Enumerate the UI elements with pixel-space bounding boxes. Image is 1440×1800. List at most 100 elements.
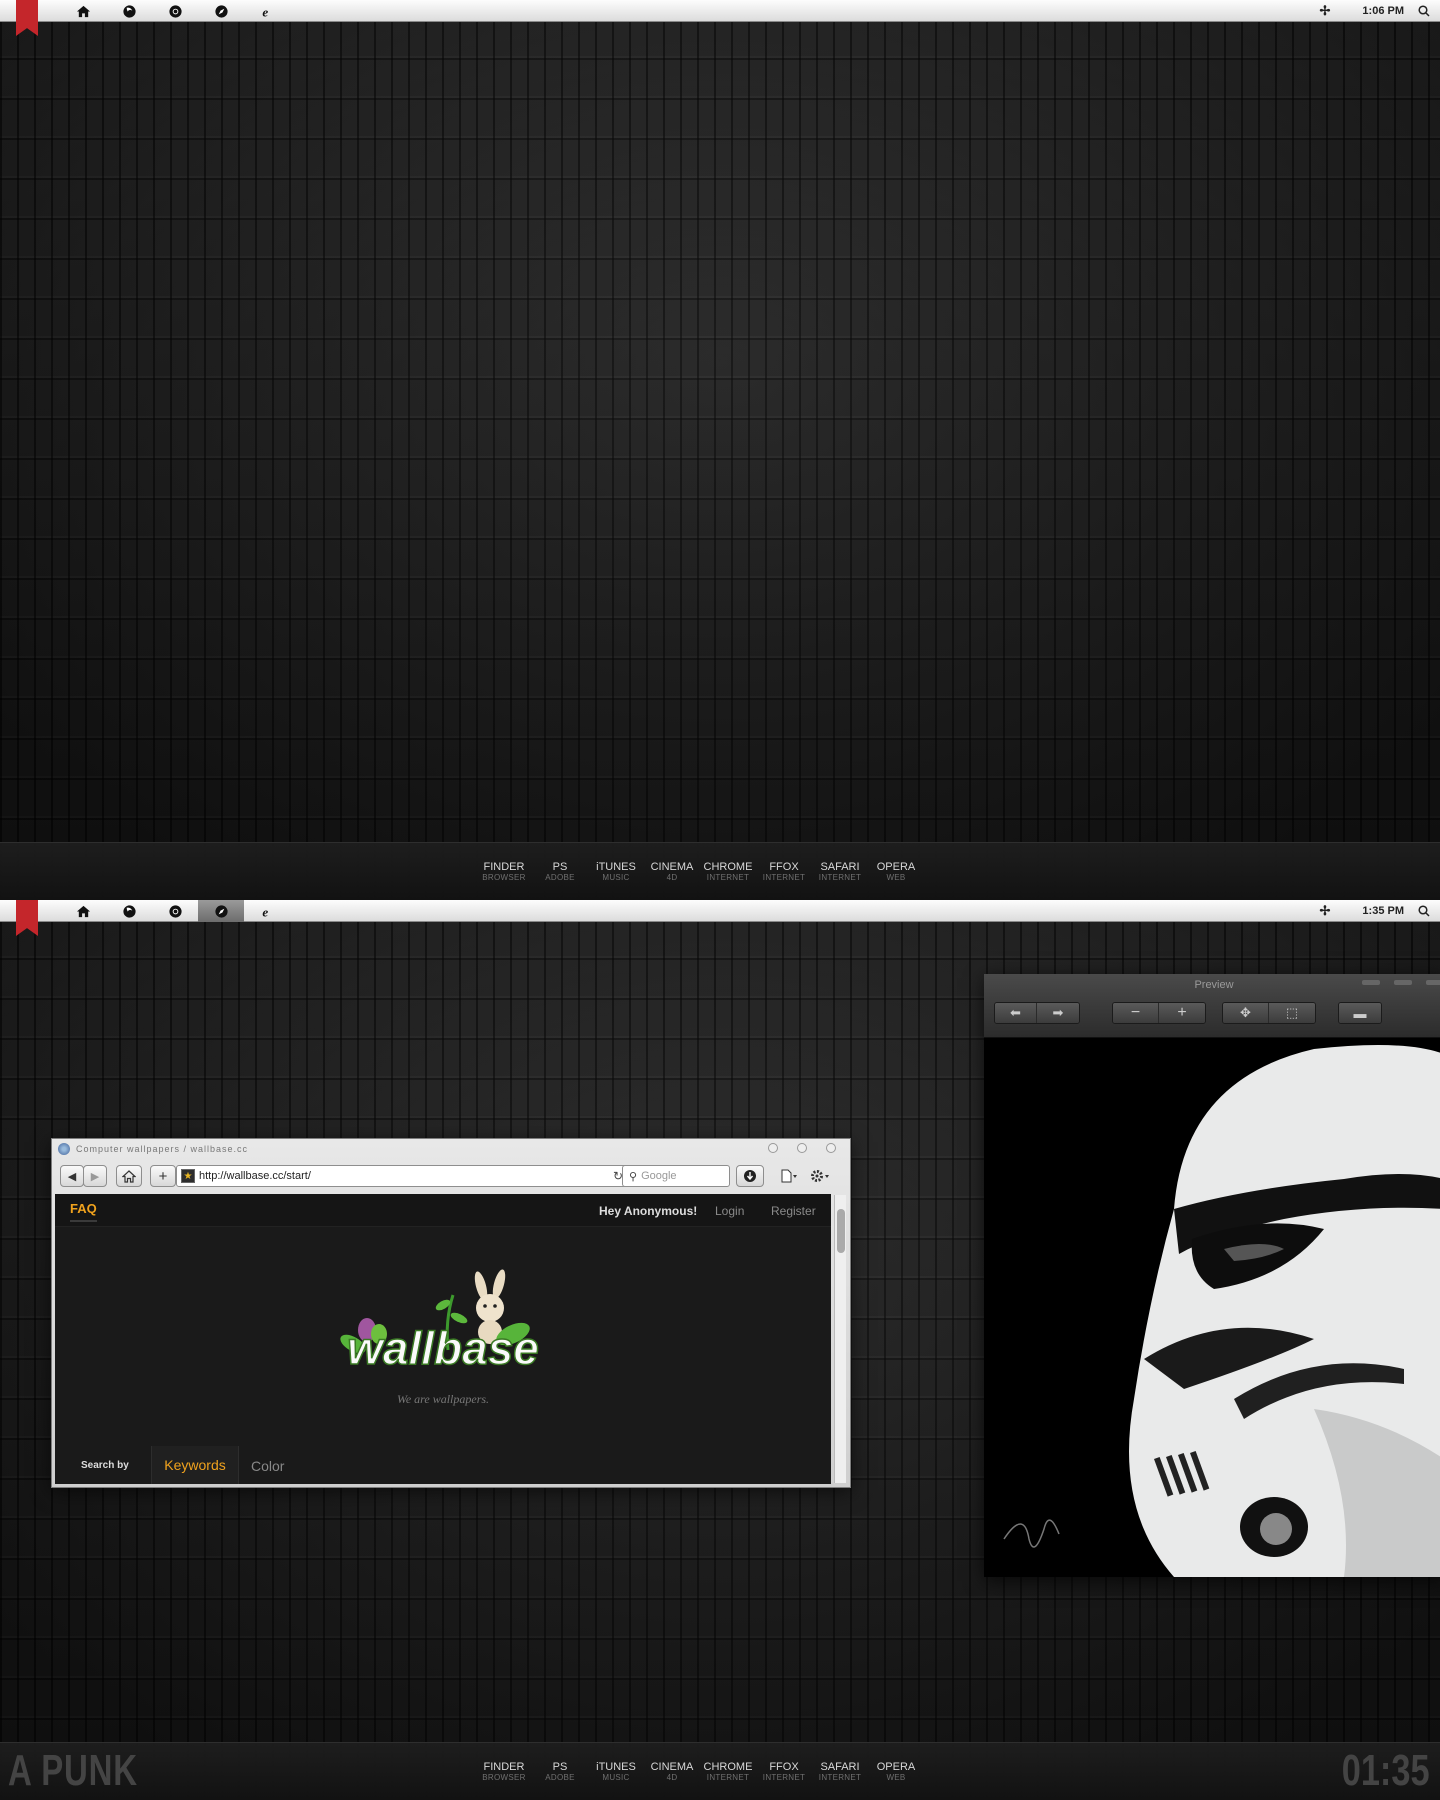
tab-color[interactable]: Color	[251, 1458, 284, 1474]
spotlight-icon[interactable]	[1418, 905, 1430, 917]
dock-item-label: PS	[552, 861, 568, 873]
dock-item-sublabel: INTERNET	[762, 1773, 806, 1782]
dock-items: FINDER BROWSER PS ADOBE iTUNES MUSIC CINEMA 4D C…	[476, 1761, 924, 1783]
dock-item-cinema[interactable]: CINEMA 4D	[644, 861, 700, 883]
dock-item-sublabel: 4D	[666, 1773, 678, 1782]
dock-item-finder[interactable]: FINDER BROWSER	[476, 861, 532, 883]
menu-clock[interactable]: 1:06 PM	[1362, 5, 1404, 17]
firefox-icon[interactable]	[106, 0, 152, 22]
dock-item-finder[interactable]: FINDER BROWSER	[476, 1761, 532, 1783]
zoom-in-button[interactable]: +	[1159, 1003, 1205, 1023]
dock-item-sublabel: 4D	[666, 873, 678, 882]
sidebar-button[interactable]: ▬	[1339, 1003, 1381, 1023]
dock-item-chrome[interactable]: CHROME INTERNET	[700, 1761, 756, 1783]
zoom-button-group: − +	[1112, 1002, 1206, 1024]
dock-item-ffox[interactable]: FFOX INTERNET	[756, 861, 812, 883]
dock-item-sublabel: WEB	[886, 1773, 906, 1782]
chrome-icon[interactable]	[152, 0, 198, 22]
move-tool-button[interactable]: ✥	[1223, 1003, 1269, 1023]
maximize-button[interactable]	[797, 1143, 807, 1153]
move-icon: ✥	[1240, 1005, 1251, 1020]
logo-wordmark: wallbase	[347, 1322, 539, 1374]
arrow-right-icon: ➡	[1052, 1005, 1064, 1020]
dock-item-chrome[interactable]: CHROME INTERNET	[700, 861, 756, 883]
new-tab-button[interactable]: +	[150, 1165, 176, 1187]
back-button[interactable]: ◀	[60, 1165, 84, 1187]
ie-icon[interactable]: e	[244, 900, 290, 922]
globe-icon	[58, 1143, 70, 1155]
dock-item-ps[interactable]: PS ADOBE	[532, 1761, 588, 1783]
minimize-button[interactable]	[1362, 980, 1380, 985]
vertical-scrollbar[interactable]	[834, 1195, 846, 1483]
minimize-button[interactable]	[768, 1143, 778, 1153]
forward-button[interactable]: ▶	[83, 1165, 107, 1187]
dock-item-opera[interactable]: OPERA WEB	[868, 861, 924, 883]
chrome-icon[interactable]	[152, 900, 198, 922]
dock-item-safari[interactable]: SAFARI INTERNET	[812, 1761, 868, 1783]
browser-toolbar: ◀ ▶ + ★ http://wallbase.cc/start/ ↻ ⚲ Go…	[52, 1159, 850, 1193]
dock-item-ffox[interactable]: FFOX INTERNET	[756, 1761, 812, 1783]
dock: A PUNK FINDER BROWSER PS ADOBE iTUNES MUSIC CI…	[0, 1742, 1440, 1800]
dock-item-sublabel: MUSIC	[602, 873, 630, 882]
maximize-button[interactable]	[1394, 980, 1412, 985]
login-link[interactable]: Login	[715, 1204, 744, 1218]
dock-item-sublabel: INTERNET	[706, 1773, 750, 1782]
dock-item-label: FINDER	[483, 861, 525, 873]
select-tool-button[interactable]: ⬚	[1269, 1003, 1315, 1023]
dock-item-label: PS	[552, 1761, 568, 1773]
dock-item-itunes[interactable]: iTUNES MUSIC	[588, 861, 644, 883]
dock-item-label: FINDER	[483, 1761, 525, 1773]
bookmark-ribbon	[16, 0, 38, 36]
desktop-screen-1: e ✢ 1:06 PM FINDER BROWSER PS ADOBE iTUNES MU…	[0, 0, 1440, 900]
page-menu-button[interactable]	[776, 1165, 802, 1187]
previous-button[interactable]: ⬅	[995, 1003, 1037, 1023]
settings-menu-button[interactable]	[806, 1165, 834, 1187]
dock-item-cinema[interactable]: CINEMA 4D	[644, 1761, 700, 1783]
menu-bar-launchers: e	[60, 900, 290, 922]
status-star-icon[interactable]: ✢	[1320, 3, 1331, 19]
plus-icon: +	[1177, 1004, 1187, 1021]
site-logo[interactable]: wallbase	[55, 1260, 831, 1385]
menu-clock[interactable]: 1:35 PM	[1362, 905, 1404, 917]
download-icon	[744, 1170, 756, 1182]
menu-bar: e ✢ 1:35 PM	[0, 900, 1440, 922]
dock-clock: 01:35	[1342, 1746, 1430, 1795]
dock-item-ps[interactable]: PS ADOBE	[532, 861, 588, 883]
url-bar[interactable]: ★ http://wallbase.cc/start/ ↻	[176, 1165, 630, 1187]
sidebar-button-group: ▬	[1338, 1002, 1382, 1024]
dock-item-opera[interactable]: OPERA WEB	[868, 1761, 924, 1783]
spotlight-icon[interactable]	[1418, 5, 1430, 17]
home-icon[interactable]	[60, 0, 106, 22]
home-button[interactable]	[116, 1165, 142, 1187]
firefox-icon[interactable]	[106, 900, 152, 922]
dock-item-itunes[interactable]: iTUNES MUSIC	[588, 1761, 644, 1783]
status-star-icon[interactable]: ✢	[1320, 903, 1331, 919]
scrollbar-thumb[interactable]	[837, 1209, 845, 1253]
faq-link[interactable]: FAQ	[70, 1201, 97, 1222]
preview-window: Preview ⬅ ➡ − + ✥ ⬚ ▬	[984, 974, 1440, 1577]
dock-item-safari[interactable]: SAFARI INTERNET	[812, 861, 868, 883]
safari-icon[interactable]	[198, 900, 244, 922]
home-icon[interactable]	[60, 900, 106, 922]
browser-titlebar[interactable]: Computer wallpapers / wallbase.cc	[52, 1139, 850, 1159]
next-button[interactable]: ➡	[1037, 1003, 1079, 1023]
dock-item-label: CHROME	[703, 861, 753, 873]
preview-image	[984, 1039, 1440, 1577]
search-input[interactable]: ⚲ Google	[622, 1165, 730, 1187]
tab-keywords[interactable]: Keywords	[151, 1446, 239, 1484]
zoom-out-button[interactable]: −	[1113, 1003, 1159, 1023]
safari-icon[interactable]	[198, 0, 244, 22]
gear-icon	[811, 1170, 829, 1182]
dock-item-sublabel: INTERNET	[762, 873, 806, 882]
search-by-bar: Search by Keywords Color	[55, 1446, 831, 1484]
arrow-left-icon: ⬅	[1010, 1005, 1021, 1020]
close-button[interactable]	[1426, 980, 1440, 985]
downloads-button[interactable]	[736, 1165, 764, 1187]
ie-icon[interactable]: e	[244, 0, 290, 22]
dock-item-sublabel: MUSIC	[602, 1773, 630, 1782]
menu-bar-status: ✢ 1:06 PM	[1320, 0, 1430, 22]
preview-window-controls	[1362, 980, 1440, 985]
close-button[interactable]	[826, 1143, 836, 1153]
stormtrooper-image	[984, 1039, 1440, 1577]
register-link[interactable]: Register	[771, 1204, 816, 1218]
